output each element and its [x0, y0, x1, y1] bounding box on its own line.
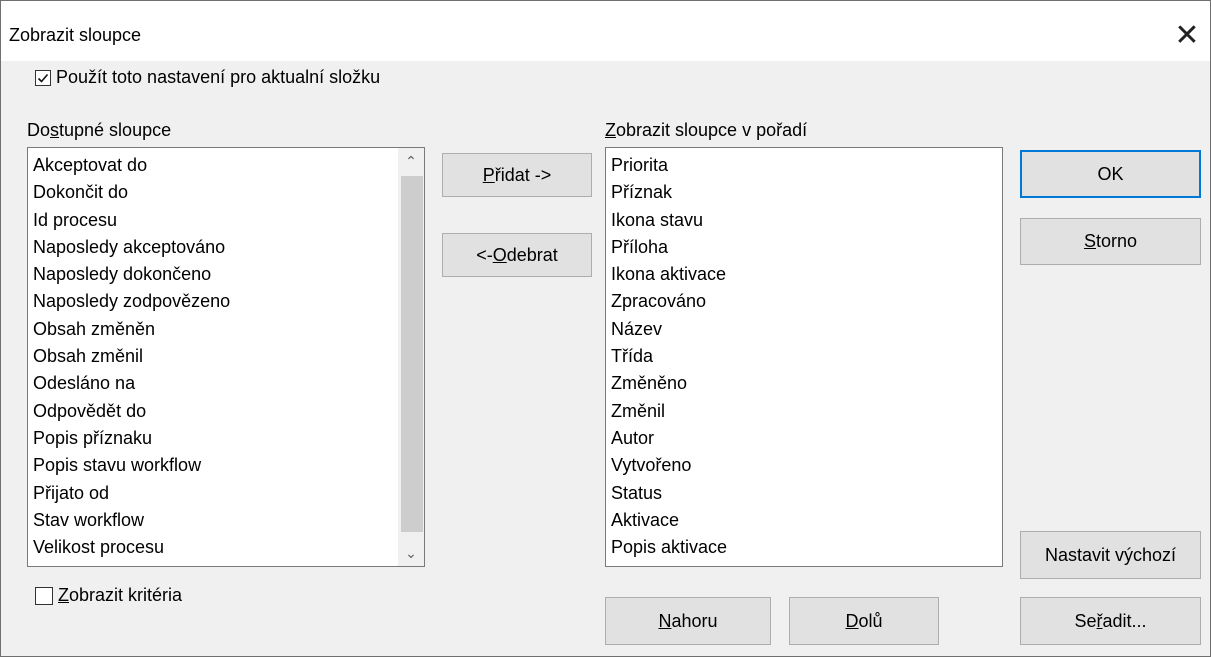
available-columns-list[interactable]: Akceptovat do Dokončit do Id procesu Naposl…: [27, 147, 425, 567]
available-columns-items: Akceptovat do Dokončit do Id procesu Naposl…: [28, 148, 424, 566]
available-columns-label: Dostupné sloupce: [27, 120, 172, 140]
shown-column-item[interactable]: Příznak: [606, 179, 1002, 206]
available-column-item[interactable]: Id procesu: [28, 207, 424, 234]
available-column-item[interactable]: Dokončit do: [28, 179, 424, 206]
set-default-button[interactable]: Nastavit výchozí: [1020, 531, 1201, 579]
available-column-item[interactable]: Obsah změněn: [28, 316, 424, 343]
checkmark-icon: [37, 73, 49, 83]
shown-columns-list[interactable]: Priorita Příznak Ikona stavu Příloha Ikona a…: [605, 147, 1003, 567]
remove-button[interactable]: <- Odebrat: [442, 233, 592, 277]
move-down-button[interactable]: Dolů: [789, 597, 939, 645]
available-column-item[interactable]: Workflow: [28, 561, 424, 566]
shown-column-item[interactable]: Název: [606, 316, 1002, 343]
available-column-item[interactable]: Přijato od: [28, 480, 424, 507]
shown-column-item[interactable]: Status: [606, 480, 1002, 507]
shown-column-item[interactable]: Vytvořeno: [606, 452, 1002, 479]
available-column-item[interactable]: Obsah změnil: [28, 343, 424, 370]
available-column-item[interactable]: Popis příznaku: [28, 425, 424, 452]
shown-columns-items: Priorita Příznak Ikona stavu Příloha Ikona a…: [606, 148, 1002, 561]
available-column-item[interactable]: Odesláno na: [28, 370, 424, 397]
cancel-button[interactable]: Storno: [1020, 218, 1201, 265]
shown-column-item[interactable]: Ikona aktivace: [606, 261, 1002, 288]
shown-column-item[interactable]: Změněno: [606, 370, 1002, 397]
available-column-item[interactable]: Stav workflow: [28, 507, 424, 534]
show-criteria-checkbox-row[interactable]: Zobrazit kritéria: [35, 585, 182, 606]
shown-column-item[interactable]: Autor: [606, 425, 1002, 452]
dialog-title: Zobrazit sloupce: [9, 25, 142, 45]
close-button[interactable]: ✕: [1164, 15, 1210, 55]
shown-column-item[interactable]: Popis aktivace: [606, 534, 1002, 561]
scroll-down-icon[interactable]: ⌄: [398, 540, 424, 566]
available-column-item[interactable]: Naposledy akceptováno: [28, 234, 424, 261]
scroll-thumb[interactable]: [401, 176, 423, 532]
shown-column-item[interactable]: Změnil: [606, 398, 1002, 425]
available-column-item[interactable]: Naposledy zodpovězeno: [28, 288, 424, 315]
shown-column-item[interactable]: Zpracováno: [606, 288, 1002, 315]
available-column-item[interactable]: Velikost procesu: [28, 534, 424, 561]
add-button[interactable]: Přidat ->: [442, 153, 592, 197]
title-bar: Zobrazit sloupce ✕: [1, 1, 1210, 61]
shown-column-item[interactable]: Aktivace: [606, 507, 1002, 534]
move-up-button[interactable]: Nahoru: [605, 597, 771, 645]
apply-to-folder-checkbox-row[interactable]: Použít toto nastavení pro aktualní složk…: [35, 67, 380, 88]
vertical-scrollbar[interactable]: ⌃ ⌄: [398, 148, 424, 566]
scroll-up-icon[interactable]: ⌃: [398, 148, 424, 174]
apply-to-folder-label: Použít toto nastavení pro aktualní složk…: [56, 67, 381, 87]
show-criteria-label: Zobrazit kritéria: [58, 585, 183, 605]
shown-column-item[interactable]: Příloha: [606, 234, 1002, 261]
shown-column-item[interactable]: Priorita: [606, 152, 1002, 179]
available-column-item[interactable]: Naposledy dokončeno: [28, 261, 424, 288]
show-criteria-checkbox[interactable]: [35, 586, 53, 605]
available-column-item[interactable]: Akceptovat do: [28, 152, 424, 179]
close-icon: ✕: [1174, 18, 1200, 52]
sort-button[interactable]: Se ř adit...: [1020, 597, 1201, 645]
shown-column-item[interactable]: Ikona stavu: [606, 207, 1002, 234]
apply-to-folder-checkbox[interactable]: [35, 69, 51, 86]
columns-dialog: Zobrazit sloupce ✕ Použít toto nastavení…: [0, 0, 1211, 657]
shown-columns-label: Zobrazit sloupce v pořadí: [605, 120, 808, 140]
shown-column-item[interactable]: Třída: [606, 343, 1002, 370]
available-column-item[interactable]: Odpovědět do: [28, 398, 424, 425]
available-column-item[interactable]: Popis stavu workflow: [28, 452, 424, 479]
ok-button[interactable]: OK: [1020, 150, 1201, 198]
